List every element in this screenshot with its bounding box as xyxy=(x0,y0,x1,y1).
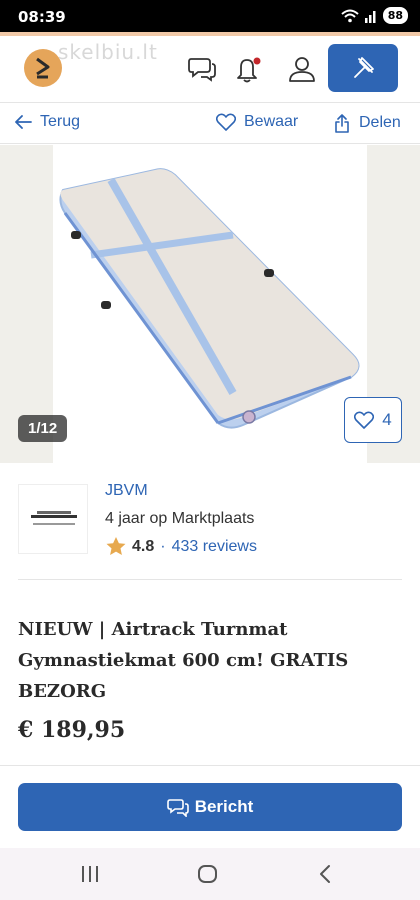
star-icon xyxy=(106,537,126,555)
message-label: Bericht xyxy=(194,797,254,816)
image-gallery[interactable]: 1/12 4 xyxy=(0,145,420,463)
divider xyxy=(18,579,402,580)
back-nav-icon[interactable] xyxy=(316,862,336,886)
pin-icon xyxy=(354,57,374,78)
divider xyxy=(0,765,420,766)
app-header: skelbiu.lt xyxy=(0,32,420,102)
share-icon xyxy=(335,114,349,133)
seller-membership: 4 jaar op Marktplaats xyxy=(105,510,255,527)
airtrack-mat-image xyxy=(59,168,360,429)
app-logo[interactable] xyxy=(24,49,62,87)
reviews-link[interactable]: 433 reviews xyxy=(172,538,257,556)
seller-card[interactable]: JBVM 4 jaar op Marktplaats 4.8 · 433 rev… xyxy=(0,464,420,580)
rating-score: 4.8 xyxy=(132,537,155,555)
wifi-icon xyxy=(341,9,359,22)
status-icons: 88 xyxy=(341,7,408,24)
seller-logo[interactable] xyxy=(18,484,88,554)
user-profile-icon[interactable] xyxy=(287,54,317,84)
home-icon[interactable] xyxy=(196,862,220,886)
heart-outline-icon xyxy=(354,411,375,429)
detail-nav-row: Terug Bewaar Delen xyxy=(0,102,420,144)
system-nav-bar xyxy=(0,848,420,900)
arrow-left-icon xyxy=(15,115,32,129)
product-photo[interactable] xyxy=(53,145,367,463)
favorite-count: 4 xyxy=(382,410,392,429)
back-label: Terug xyxy=(40,113,81,130)
listing-price: € 189,95 xyxy=(18,717,126,743)
status-time: 08:39 xyxy=(18,8,66,26)
status-bar: 08:39 88 xyxy=(0,0,420,32)
seller-name[interactable]: JBVM xyxy=(105,482,148,500)
chat-icon xyxy=(166,799,189,817)
recent-apps-icon[interactable] xyxy=(80,862,100,886)
message-button[interactable]: Bericht xyxy=(18,783,402,831)
notification-bell-icon[interactable] xyxy=(233,54,263,84)
battery-indicator: 88 xyxy=(382,7,408,24)
save-label: Bewaar xyxy=(244,113,299,130)
seller-logo-image xyxy=(31,511,77,525)
seller-rating[interactable]: 4.8 · 433 reviews xyxy=(106,537,257,556)
share-label: Delen xyxy=(359,114,401,131)
image-counter: 1/12 xyxy=(18,415,68,442)
favorite-button[interactable]: 4 xyxy=(344,397,402,443)
logo-icon xyxy=(36,57,50,79)
rating-separator: · xyxy=(160,537,166,555)
save-button[interactable]: Bewaar xyxy=(216,113,298,131)
place-ad-button[interactable] xyxy=(328,44,398,92)
heart-icon xyxy=(216,113,236,131)
back-button[interactable]: Terug xyxy=(14,113,80,131)
watermark: skelbiu.lt xyxy=(58,40,158,64)
share-button[interactable]: Delen xyxy=(333,113,401,133)
listing-title: NIEUW | Airtrack Turnmat Gymnastiekmat 6… xyxy=(18,619,349,702)
messages-icon[interactable] xyxy=(187,54,217,84)
signal-icon xyxy=(364,10,376,23)
